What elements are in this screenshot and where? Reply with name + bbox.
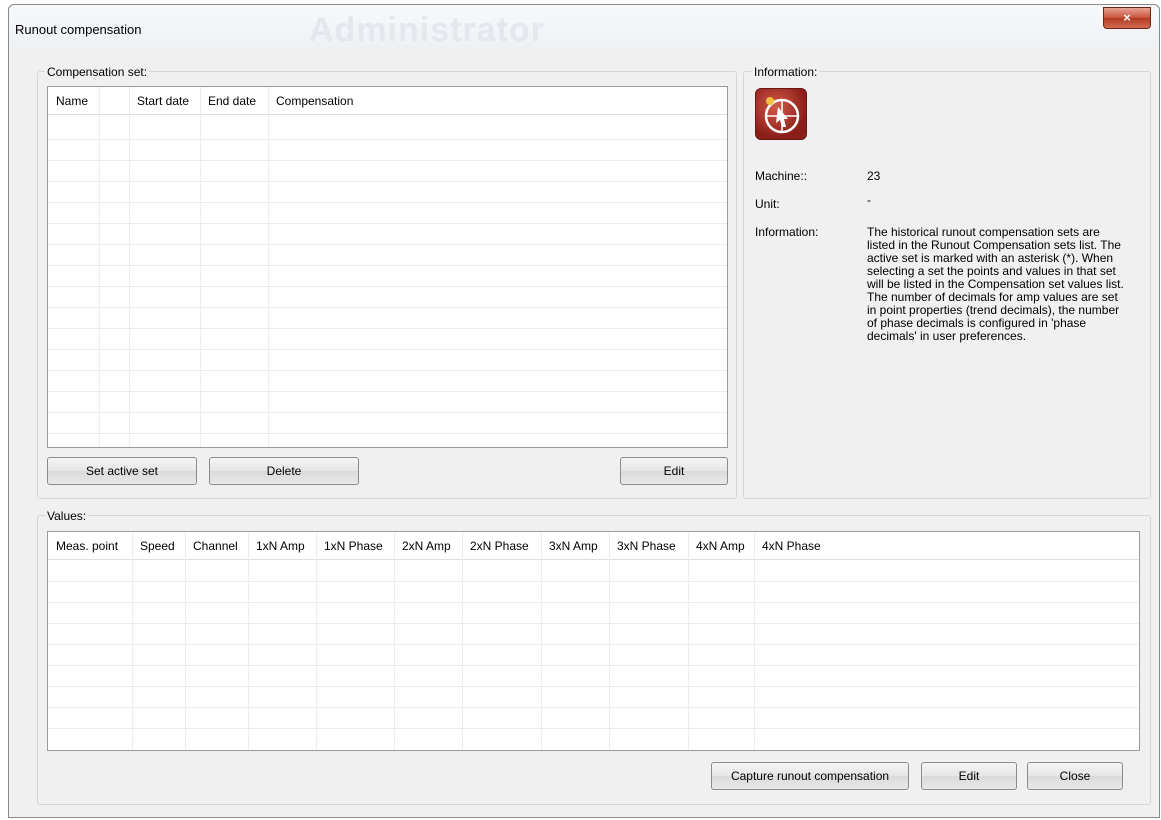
dial-icon — [764, 97, 800, 134]
col-start-date[interactable]: Start date — [129, 87, 189, 115]
information-text: The historical runout compensation sets … — [867, 225, 1124, 343]
row-divider — [48, 602, 1139, 603]
column-divider — [268, 87, 269, 447]
values-header: Meas. point Speed Channel 1xN Amp 1xN Ph… — [48, 532, 1139, 560]
row-divider — [48, 391, 727, 392]
row-divider — [48, 328, 727, 329]
machine-value: 23 — [867, 169, 881, 183]
column-divider — [754, 532, 755, 750]
information-text-label: Information: — [755, 225, 819, 239]
compensation-set-header: Name Start date End date Compensation — [48, 87, 727, 115]
row-divider — [48, 623, 1139, 624]
row-divider — [48, 728, 1139, 729]
column-divider — [248, 532, 249, 750]
values-label: Values: — [45, 509, 89, 523]
col-4xn-phase[interactable]: 4xN Phase — [754, 532, 821, 560]
col-4xn-amp[interactable]: 4xN Amp — [688, 532, 745, 560]
row-divider — [48, 707, 1139, 708]
title-bar[interactable]: Administrator Runout compensation × — [9, 5, 1159, 49]
row-divider — [48, 265, 727, 266]
runout-app-icon — [755, 88, 807, 140]
row-divider — [48, 581, 1139, 582]
col-compensation[interactable]: Compensation — [268, 87, 353, 115]
row-divider — [48, 665, 1139, 666]
column-divider — [200, 87, 201, 447]
information-label: Information: — [752, 65, 820, 79]
row-divider — [48, 433, 727, 434]
unit-value: - — [867, 193, 871, 207]
machine-label: Machine:: — [755, 169, 808, 183]
col-1xn-phase[interactable]: 1xN Phase — [316, 532, 383, 560]
unit-label: Unit: — [755, 197, 780, 211]
column-divider — [185, 532, 186, 750]
col-2xn-amp[interactable]: 2xN Amp — [394, 532, 451, 560]
watermark: Administrator — [309, 11, 545, 49]
row-divider — [48, 223, 727, 224]
window-title: Runout compensation — [15, 22, 142, 37]
column-divider — [129, 87, 130, 447]
close-icon: × — [1123, 10, 1131, 25]
column-divider — [688, 532, 689, 750]
col-2xn-phase[interactable]: 2xN Phase — [462, 532, 529, 560]
close-button[interactable]: Close — [1027, 762, 1123, 790]
values-grid[interactable]: Meas. point Speed Channel 1xN Amp 1xN Ph… — [47, 531, 1140, 751]
row-divider — [48, 181, 727, 182]
col-flag[interactable] — [99, 87, 107, 115]
set-active-set-button[interactable]: Set active set — [47, 457, 197, 485]
row-divider — [48, 412, 727, 413]
column-divider — [541, 532, 542, 750]
runout-compensation-window: Administrator Runout compensation × Comp… — [8, 4, 1160, 818]
col-end-date[interactable]: End date — [200, 87, 256, 115]
col-3xn-phase[interactable]: 3xN Phase — [609, 532, 676, 560]
col-channel[interactable]: Channel — [185, 532, 238, 560]
col-speed[interactable]: Speed — [132, 532, 175, 560]
column-divider — [394, 532, 395, 750]
row-divider — [48, 160, 727, 161]
column-divider — [609, 532, 610, 750]
row-divider — [48, 244, 727, 245]
col-3xn-amp[interactable]: 3xN Amp — [541, 532, 598, 560]
edit-values-button[interactable]: Edit — [921, 762, 1017, 790]
delete-button[interactable]: Delete — [209, 457, 359, 485]
column-divider — [316, 532, 317, 750]
row-divider — [48, 644, 1139, 645]
column-divider — [132, 532, 133, 750]
column-divider — [99, 87, 100, 447]
row-divider — [48, 349, 727, 350]
compensation-set-grid[interactable]: Name Start date End date Compensation — [47, 86, 728, 448]
col-name[interactable]: Name — [48, 87, 88, 115]
col-1xn-amp[interactable]: 1xN Amp — [248, 532, 305, 560]
row-divider — [48, 286, 727, 287]
edit-set-button[interactable]: Edit — [620, 457, 728, 485]
window-close-button[interactable]: × — [1103, 7, 1151, 29]
compensation-set-label: Compensation set: — [45, 65, 150, 79]
row-divider — [48, 370, 727, 371]
column-divider — [462, 532, 463, 750]
row-divider — [48, 686, 1139, 687]
row-divider — [48, 139, 727, 140]
row-divider — [48, 202, 727, 203]
capture-runout-compensation-button[interactable]: Capture runout compensation — [711, 762, 909, 790]
col-meas-point[interactable]: Meas. point — [48, 532, 118, 560]
row-divider — [48, 307, 727, 308]
